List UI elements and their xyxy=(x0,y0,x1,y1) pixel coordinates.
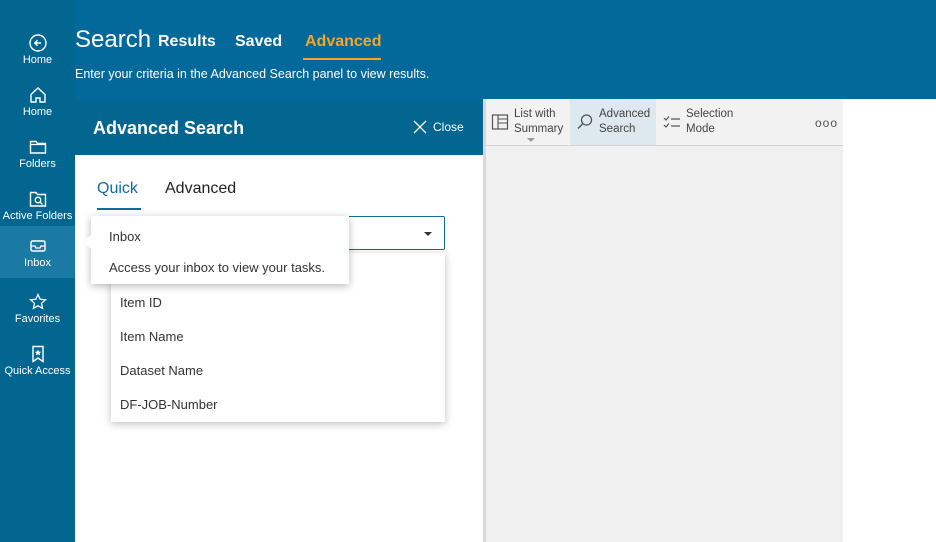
star-icon xyxy=(28,292,47,310)
advanced-search-label-line1: Advanced xyxy=(599,108,651,120)
rail-label: Favorites xyxy=(14,312,61,325)
left-nav-rail: Home Home Folders Active Folders Inbox F… xyxy=(0,0,75,542)
tab-advanced[interactable]: Advanced xyxy=(305,33,381,51)
dropdown-option-item-id[interactable]: Item ID xyxy=(120,295,162,310)
rail-label: Folders xyxy=(19,157,56,170)
bookmark-icon xyxy=(31,345,44,363)
search-icon xyxy=(577,114,593,130)
tab-advanced-criteria[interactable]: Advanced xyxy=(165,180,236,198)
rail-label: Home xyxy=(22,105,53,118)
rail-label: Active Folders xyxy=(2,209,73,222)
close-label: Close xyxy=(433,120,464,134)
advanced-search-button[interactable]: Advanced Search xyxy=(570,99,656,145)
list-with-summary-button[interactable]: List with Summary xyxy=(490,99,568,145)
tooltip-title: Inbox xyxy=(109,229,141,244)
close-icon xyxy=(413,120,427,134)
dropdown-option-item-name[interactable]: Item Name xyxy=(120,329,184,344)
panel-title: Advanced Search xyxy=(93,118,245,138)
page-title: Search xyxy=(75,26,152,53)
tab-quick[interactable]: Quick xyxy=(97,180,138,198)
rail-item-inbox[interactable]: Inbox xyxy=(0,226,75,278)
active-tab-indicator xyxy=(303,58,381,60)
rail-label: Inbox xyxy=(24,256,51,269)
tab-saved[interactable]: Saved xyxy=(235,33,282,51)
rail-item-favorites[interactable]: Favorites xyxy=(0,282,75,334)
rail-item-back-home[interactable]: Home xyxy=(0,23,75,75)
advanced-search-label-line2: Search xyxy=(599,123,636,135)
header-subtitle: Enter your criteria in the Advanced Sear… xyxy=(75,67,430,81)
rail-item-home[interactable]: Home xyxy=(0,75,75,127)
selection-mode-label-line2: Mode xyxy=(686,123,715,135)
dropdown-option-dataset-name[interactable]: Dataset Name xyxy=(120,363,203,378)
rail-label: Home xyxy=(22,53,53,66)
list-summary-label-line2: Summary xyxy=(514,123,564,135)
results-toolbar: List with Summary Advanced Search Select… xyxy=(486,99,843,146)
inbox-icon xyxy=(29,239,46,252)
rail-item-quick-access[interactable]: Quick Access xyxy=(0,334,75,386)
tooltip-text: Access your inbox to view your tasks. xyxy=(109,260,326,275)
list-summary-label-line1: List with xyxy=(514,108,556,120)
active-folder-icon xyxy=(29,191,46,207)
results-content-area xyxy=(486,99,843,542)
inbox-tooltip: Inbox Access your inbox to view your tas… xyxy=(84,216,349,284)
rail-item-active-folders[interactable]: Active Folders xyxy=(0,179,75,231)
rail-item-folders[interactable]: Folders xyxy=(0,127,75,179)
folder-icon xyxy=(29,140,46,154)
selection-mode-button[interactable]: Selection Mode xyxy=(662,99,742,145)
list-summary-icon xyxy=(491,114,509,130)
dropdown-option-df-job-number[interactable]: DF-JOB-Number xyxy=(120,397,218,412)
chevron-down-icon xyxy=(424,232,432,236)
checklist-icon xyxy=(663,116,680,128)
home-icon xyxy=(29,86,46,103)
advanced-search-panel-header: Advanced Search Close xyxy=(75,99,483,155)
chevron-down-icon xyxy=(527,138,535,142)
close-button[interactable]: Close xyxy=(412,119,464,135)
more-options-button[interactable]: ooo xyxy=(815,116,838,130)
back-arrow-icon xyxy=(28,33,47,52)
selection-mode-label-line1: Selection xyxy=(686,108,734,120)
top-header: Search Results Saved Advanced Enter your… xyxy=(75,0,936,99)
tab-results[interactable]: Results xyxy=(158,33,216,51)
quick-tab-indicator xyxy=(97,208,141,210)
rail-label: Quick Access xyxy=(4,364,71,377)
